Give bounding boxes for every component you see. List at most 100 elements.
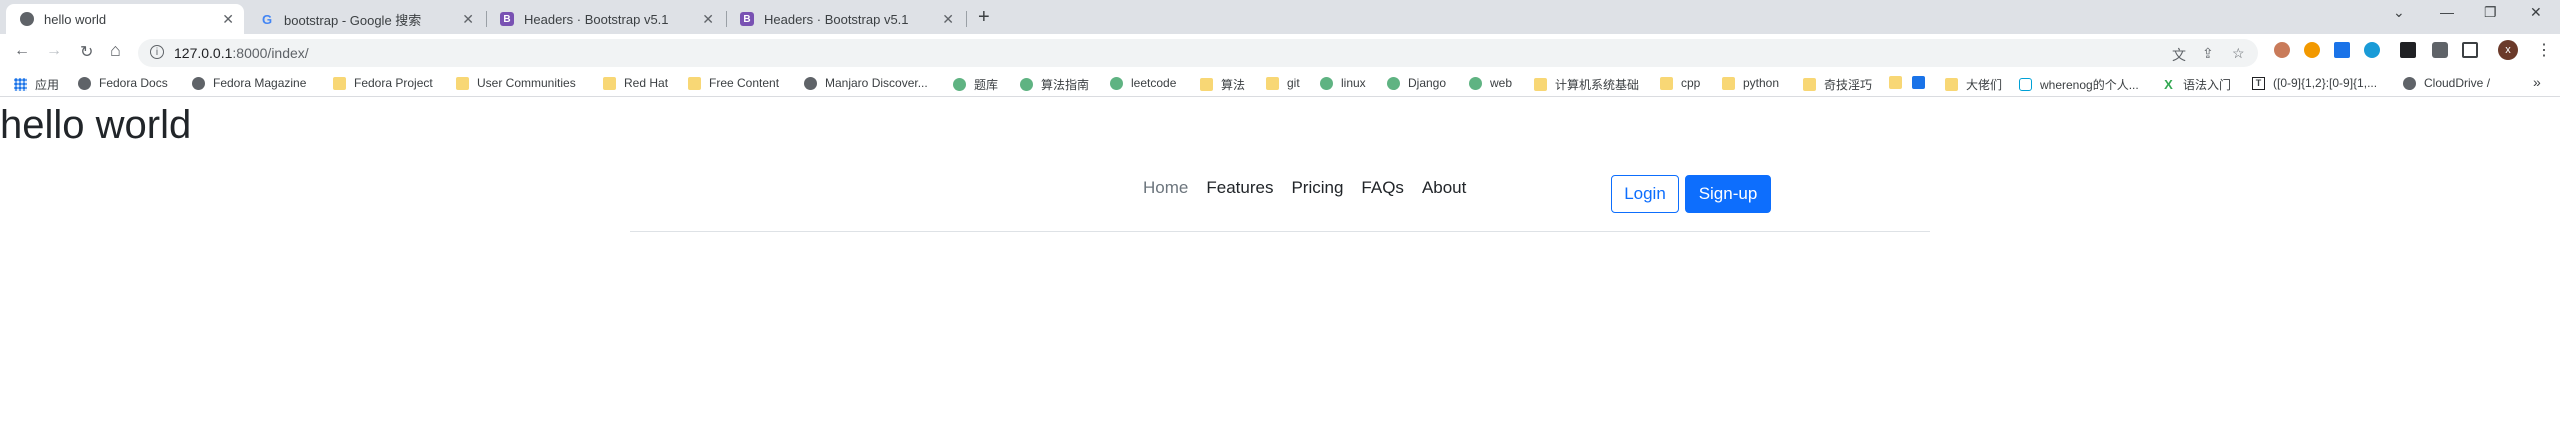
bookmark-regex[interactable]: T ([0-9]{1,2}:[0-9]{1,...	[2252, 76, 2377, 90]
bookmark-label: Fedora Magazine	[213, 76, 307, 90]
bookmark-leetcode[interactable]: leetcode	[1110, 76, 1176, 90]
bookmark-experts[interactable]: 大佬们	[1945, 76, 2002, 93]
bookmark-tiku[interactable]: 题库	[953, 76, 998, 93]
leetcode-icon	[1320, 76, 1333, 90]
tab-title: Headers · Bootstrap v5.1	[764, 11, 909, 27]
browser-toolbar: ← → ↻ ⌂ i 127.0.0.1:8000/index/ 文 ⇪ ☆	[0, 34, 2560, 70]
url-path: :8000/index/	[232, 45, 309, 61]
bookmark-folder-unnamed[interactable]	[1889, 76, 1910, 89]
header-nav: Home Features Pricing FAQs About	[1143, 178, 1484, 198]
bookmark-git[interactable]: git	[1266, 76, 1300, 90]
bilibili-icon	[2019, 78, 2032, 91]
new-tab-button[interactable]: +	[978, 6, 990, 29]
profile-avatar[interactable]: x	[2498, 40, 2518, 60]
bookmark-label: 大佬们	[1966, 78, 2003, 92]
leetcode-icon	[953, 78, 966, 91]
bookmark-label: linux	[1341, 76, 1366, 90]
tab-bootstrap-headers-1[interactable]: B Headers · Bootstrap v5.1 ✕	[486, 4, 724, 34]
reload-button[interactable]: ↻	[80, 42, 93, 62]
address-bar[interactable]: i 127.0.0.1:8000/index/ 文 ⇪ ☆	[138, 39, 2258, 67]
bookmark-django[interactable]: Django	[1387, 76, 1446, 90]
minimize-button[interactable]: —	[2440, 4, 2454, 20]
translate-icon[interactable]: 文	[2172, 45, 2186, 65]
google-icon: G	[261, 11, 273, 27]
bookmark-grammar-intro[interactable]: X 语法入门	[2162, 76, 2231, 93]
bookmark-manjaro[interactable]: Manjaro Discover...	[804, 76, 928, 90]
close-icon[interactable]: ✕	[702, 11, 714, 28]
bookmark-label: python	[1743, 76, 1780, 90]
tab-hello-world[interactable]: hello world ✕	[6, 4, 244, 34]
page-title: hello world	[0, 103, 192, 147]
nav-pricing[interactable]: Pricing	[1291, 178, 1343, 198]
bookmark-label: 应用	[35, 78, 60, 92]
browser-menu-icon[interactable]: ⋮	[2536, 40, 2552, 60]
bookmark-cpp[interactable]: cpp	[1660, 76, 1700, 90]
bookmarks-overflow-icon[interactable]: »	[2533, 74, 2541, 90]
globe-icon	[78, 76, 91, 90]
close-icon[interactable]: ✕	[222, 11, 234, 28]
home-button[interactable]: ⌂	[110, 40, 121, 61]
bookmark-linux[interactable]: linux	[1320, 76, 1366, 90]
header-divider	[630, 231, 1930, 232]
folder-icon	[688, 76, 701, 90]
site-info-icon[interactable]: i	[150, 45, 164, 59]
forward-button[interactable]: →	[46, 42, 62, 60]
tab-bootstrap-headers-2[interactable]: B Headers · Bootstrap v5.1 ✕	[726, 4, 964, 34]
x-icon: X	[2164, 77, 2173, 92]
bookmark-label: 题库	[974, 78, 999, 92]
tab-google-search[interactable]: G bootstrap - Google 搜索 ✕	[246, 4, 484, 34]
address-url[interactable]: 127.0.0.1:8000/index/	[174, 45, 309, 61]
close-icon[interactable]: ✕	[462, 11, 474, 28]
bookmark-clouddrive[interactable]: CloudDrive /	[2403, 76, 2490, 90]
signup-button[interactable]: Sign-up	[1685, 175, 1771, 213]
nav-features[interactable]: Features	[1206, 178, 1273, 198]
tab-title: Headers · Bootstrap v5.1	[524, 11, 669, 27]
folder-icon	[1200, 78, 1213, 91]
tab-search-icon[interactable]: ⌄	[2393, 4, 2405, 21]
side-panel-icon[interactable]	[2462, 42, 2478, 58]
check-extension-icon[interactable]	[2334, 42, 2350, 58]
bookmark-plane[interactable]	[1912, 76, 1933, 89]
back-button[interactable]: ←	[14, 42, 30, 60]
bookmark-fedora-magazine[interactable]: Fedora Magazine	[192, 76, 306, 90]
bookmark-fedora-project[interactable]: Fedora Project	[333, 76, 433, 90]
bookmark-label: 算法指南	[1041, 78, 1090, 92]
close-icon[interactable]: ✕	[942, 11, 954, 28]
folder-icon	[333, 76, 346, 90]
extension-icon[interactable]	[2304, 42, 2320, 58]
folder-icon	[1660, 76, 1673, 90]
extension-icon[interactable]	[2274, 42, 2290, 58]
leetcode-icon	[1387, 76, 1400, 90]
maximize-button[interactable]: ❐	[2484, 4, 2497, 21]
puzzle-extensions-icon[interactable]	[2432, 42, 2448, 58]
nav-about[interactable]: About	[1422, 178, 1466, 198]
bookmark-label: 计算机系统基础	[1555, 78, 1640, 92]
bookmark-web[interactable]: web	[1469, 76, 1512, 90]
bookmark-label: Fedora Project	[354, 76, 433, 90]
bookmark-red-hat[interactable]: Red Hat	[603, 76, 668, 90]
bookmark-tricks[interactable]: 奇技淫巧	[1803, 76, 1872, 93]
bookmark-wherenog[interactable]: wherenog的个人...	[2019, 76, 2139, 93]
folder-icon	[1266, 76, 1279, 90]
bookmark-label: ([0-9]{1,2}:[0-9]{1,...	[2273, 76, 2378, 90]
login-button[interactable]: Login	[1611, 175, 1679, 213]
bookmark-apps[interactable]: 应用	[14, 76, 59, 93]
cloud-extension-icon[interactable]	[2364, 42, 2380, 58]
terminal-extension-icon[interactable]	[2400, 42, 2416, 58]
bookmark-algo-guide[interactable]: 算法指南	[1020, 76, 1089, 93]
bookmark-fedora-docs[interactable]: Fedora Docs	[78, 76, 168, 90]
bookmark-user-communities[interactable]: User Communities	[456, 76, 576, 90]
bookmark-label: wherenog的个人...	[2040, 78, 2139, 92]
nav-faqs[interactable]: FAQs	[1361, 178, 1404, 198]
bookmark-label: User Communities	[477, 76, 576, 90]
bookmark-computer-systems[interactable]: 计算机系统基础	[1534, 76, 1639, 93]
bookmark-python[interactable]: python	[1722, 76, 1779, 90]
leetcode-icon	[1110, 76, 1123, 90]
bookmark-star-icon[interactable]: ☆	[2232, 45, 2245, 62]
nav-home[interactable]: Home	[1143, 178, 1188, 198]
bookmark-free-content[interactable]: Free Content	[688, 76, 779, 90]
share-icon[interactable]: ⇪	[2202, 45, 2214, 62]
bookmark-algo[interactable]: 算法	[1200, 76, 1245, 93]
window-close-button[interactable]: ✕	[2530, 4, 2542, 21]
folder-icon	[1534, 78, 1547, 91]
